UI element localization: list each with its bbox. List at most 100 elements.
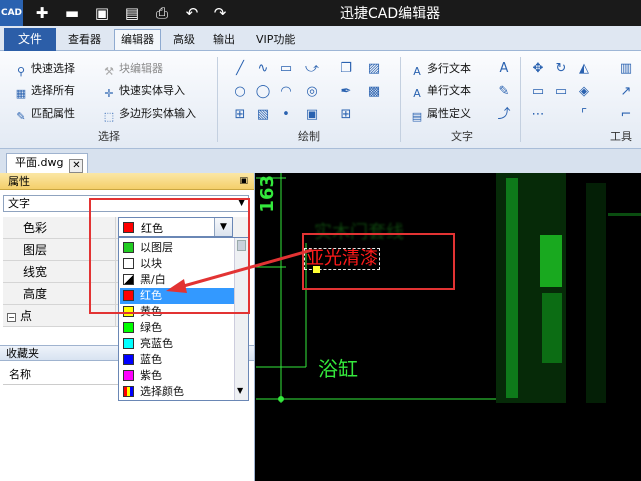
arc-icon[interactable]: ◠ bbox=[278, 84, 294, 100]
spline-icon[interactable]: ∿ bbox=[255, 61, 271, 77]
document-tabs: 平面.dwg ✕ bbox=[0, 149, 641, 173]
menu-bar: 文件 查看器 编辑器 高级 输出 VIP功能 bbox=[0, 26, 641, 51]
polygon-entity-input-button[interactable]: ⬚ 多边形实体输入 bbox=[102, 104, 196, 124]
attribute-icon: ▤ bbox=[411, 110, 423, 123]
group-separator bbox=[217, 57, 218, 142]
highlight-box bbox=[89, 198, 250, 314]
menu-editor[interactable]: 编辑器 bbox=[114, 29, 161, 50]
app-logo: CAD bbox=[0, 0, 23, 26]
text-style-icon[interactable]: A bbox=[496, 61, 512, 77]
room-label: 浴缸 bbox=[318, 357, 358, 381]
menu-viewer[interactable]: 查看器 bbox=[62, 30, 107, 51]
scale-icon[interactable]: ▭ bbox=[530, 84, 546, 100]
menu-vip[interactable]: VIP功能 bbox=[250, 30, 301, 51]
undo-icon[interactable]: ↶ bbox=[182, 3, 202, 23]
wall-block bbox=[540, 235, 562, 287]
picture-icon[interactable]: ▣ bbox=[304, 107, 320, 123]
color-swatch bbox=[123, 338, 134, 349]
group-label-draw: 绘制 bbox=[298, 130, 320, 143]
ribbon: ⚲ 快速选择 ▦ 选择所有 ✎ 匹配属性 ⚒ 块编辑器 ✛ 快速实体导入 ⬚ 多边形实体输入… bbox=[0, 51, 641, 149]
text-rotate-icon[interactable]: ⤴ bbox=[496, 107, 512, 123]
wall-block bbox=[542, 293, 562, 363]
paint-icon[interactable]: ◈ bbox=[576, 84, 592, 100]
block-insert-icon[interactable]: ❐ bbox=[338, 61, 354, 77]
open-folder-icon[interactable]: ▬ bbox=[62, 3, 82, 23]
expand-icon[interactable]: − bbox=[7, 313, 16, 322]
dimension-label: 163 bbox=[257, 175, 278, 213]
rectangle-icon[interactable]: ▭ bbox=[278, 61, 294, 77]
block-editor-icon: ⚒ bbox=[104, 65, 114, 78]
close-tab-icon[interactable]: ✕ bbox=[69, 159, 84, 173]
polygon-input-icon: ⬚ bbox=[103, 110, 115, 123]
quick-select-icon: ⚲ bbox=[16, 65, 26, 78]
print-icon[interactable]: ⎙ bbox=[152, 3, 172, 23]
point-icon[interactable]: • bbox=[278, 107, 294, 123]
pen-icon[interactable]: ✒ bbox=[338, 84, 354, 100]
color-swatch bbox=[123, 370, 134, 381]
line-icon[interactable]: ╱ bbox=[232, 61, 248, 77]
circle-icon[interactable]: ○ bbox=[232, 84, 248, 100]
multiline-text-button[interactable]: A 多行文本 bbox=[410, 59, 471, 79]
singleline-text-button[interactable]: A 单行文本 bbox=[410, 81, 471, 101]
redo-icon[interactable]: ↷ bbox=[210, 3, 230, 23]
stretch-icon[interactable]: ▭ bbox=[553, 84, 569, 100]
menu-advanced[interactable]: 高级 bbox=[167, 30, 201, 51]
document-tab[interactable]: 平面.dwg ✕ bbox=[6, 153, 89, 173]
color-swatch bbox=[123, 386, 134, 397]
scroll-down-icon[interactable]: ▼ bbox=[237, 386, 243, 395]
quick-entity-import-button[interactable]: ✛ 快速实体导入 bbox=[102, 81, 185, 101]
menu-file[interactable]: 文件 bbox=[4, 28, 57, 51]
group-label-tools: 工具 bbox=[610, 130, 632, 143]
wall-block bbox=[506, 178, 518, 398]
polyline-icon[interactable]: ⤻ bbox=[304, 61, 320, 77]
mirror-icon[interactable]: ◭ bbox=[576, 61, 592, 77]
text-edit-icon[interactable]: ✎ bbox=[496, 84, 512, 100]
color-option[interactable]: 亮蓝色 bbox=[120, 336, 234, 352]
attribute-definition-button[interactable]: ▤ 属性定义 bbox=[410, 104, 471, 124]
highlight-box bbox=[302, 233, 455, 290]
group-separator bbox=[520, 57, 521, 142]
multiline-text-icon: A bbox=[413, 65, 421, 78]
new-icon[interactable]: ✚ bbox=[32, 3, 52, 23]
singleline-text-icon: A bbox=[413, 87, 421, 100]
panel-header: 属性 ▣ bbox=[0, 173, 254, 190]
table-icon[interactable]: ⊞ bbox=[338, 107, 354, 123]
ellipse-icon[interactable]: ◯ bbox=[255, 84, 271, 100]
color-option[interactable]: 选择颜色 bbox=[120, 384, 234, 400]
chamfer-icon[interactable]: ⌐ bbox=[618, 107, 634, 123]
hatch-icon[interactable]: ▨ bbox=[366, 61, 382, 77]
select-all-icon: ▦ bbox=[15, 87, 27, 100]
rotate-icon[interactable]: ↻ bbox=[553, 61, 569, 77]
wall-block bbox=[586, 183, 606, 403]
dim-linear-icon[interactable]: ⊞ bbox=[232, 107, 248, 123]
select-all-button[interactable]: ▦ 选择所有 bbox=[14, 81, 75, 101]
group-label-text: 文字 bbox=[451, 130, 473, 143]
color-option[interactable]: 蓝色 bbox=[120, 352, 234, 368]
drawing-canvas[interactable]: 163 实木门套线 亚光清漆 浴缸 bbox=[256, 173, 641, 481]
image-icon[interactable]: ▩ bbox=[366, 84, 382, 100]
group-separator bbox=[400, 57, 401, 142]
array-icon[interactable]: ▥ bbox=[618, 61, 634, 77]
group-label-select: 选择 bbox=[98, 130, 120, 143]
save-as-icon[interactable]: ▤ bbox=[122, 3, 142, 23]
color-swatch bbox=[123, 322, 134, 333]
color-option[interactable]: 紫色 bbox=[120, 368, 234, 384]
block-editor-button[interactable]: ⚒ 块编辑器 bbox=[102, 59, 163, 79]
app-title: 迅捷CAD编辑器 bbox=[340, 6, 441, 22]
match-properties-button[interactable]: ✎ 匹配属性 bbox=[14, 104, 75, 124]
pin-icon[interactable]: ▣ bbox=[239, 173, 248, 190]
entity-import-icon: ✛ bbox=[104, 87, 114, 100]
solid-fill-icon[interactable]: ▧ bbox=[255, 107, 271, 123]
brush-icon: ✎ bbox=[16, 110, 26, 123]
trim-icon[interactable]: ↗ bbox=[618, 84, 634, 100]
fillet-icon[interactable]: ⌜ bbox=[576, 107, 592, 123]
move-icon[interactable]: ✥ bbox=[530, 61, 546, 77]
title-bar: CAD ✚ ▬ ▣ ▤ ⎙ ↶ ↷ 迅捷CAD编辑器 bbox=[0, 0, 641, 26]
color-option[interactable]: 绿色 bbox=[120, 320, 234, 336]
donut-icon[interactable]: ◎ bbox=[304, 84, 320, 100]
save-icon[interactable]: ▣ bbox=[92, 3, 112, 23]
wall-line bbox=[608, 213, 641, 216]
quick-select-button[interactable]: ⚲ 快速选择 bbox=[14, 59, 75, 79]
menu-output[interactable]: 输出 bbox=[207, 30, 241, 51]
break-icon[interactable]: ⋯ bbox=[530, 107, 546, 123]
